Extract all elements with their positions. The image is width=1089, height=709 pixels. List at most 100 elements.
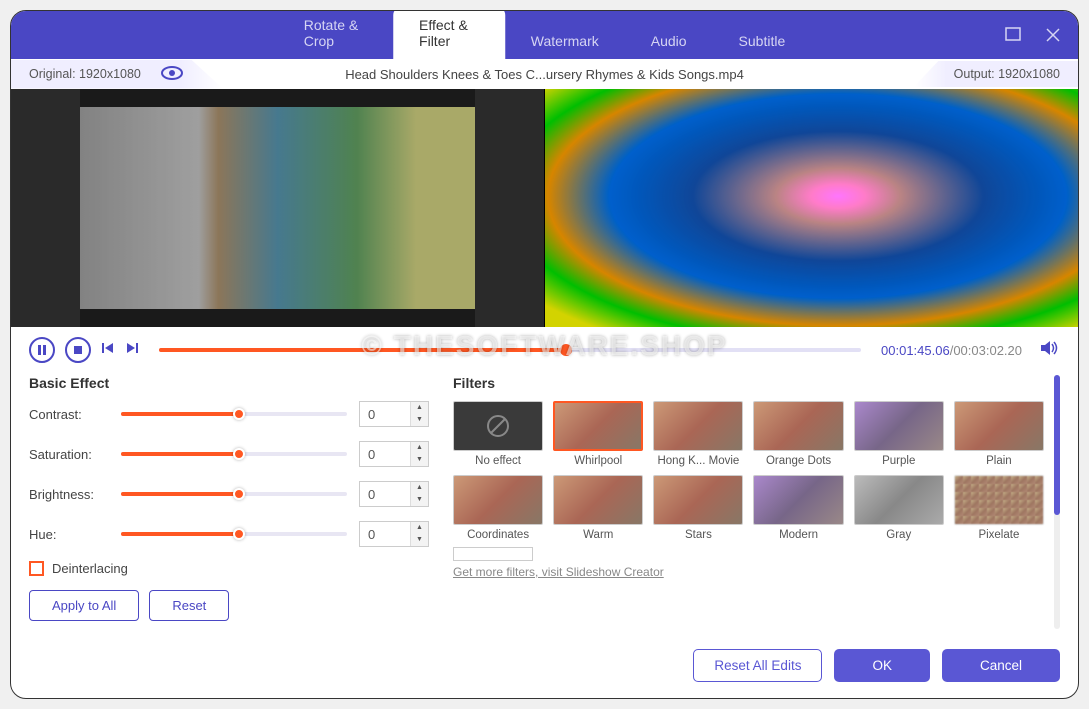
output-resolution: Output: 1920x1080 — [914, 61, 1078, 87]
filter-label: Hong K... Movie — [653, 455, 743, 467]
spin-up-icon[interactable]: ▲ — [411, 482, 428, 494]
editor-body: Basic Effect Contrast:0▲▼Saturation:0▲▼B… — [11, 371, 1078, 639]
transport-bar: 00:01:45.06/00:03:02.20 — [11, 327, 1078, 371]
slider-label: Contrast: — [29, 407, 109, 422]
contrast-slider[interactable] — [121, 412, 347, 416]
basic-effect-panel: Basic Effect Contrast:0▲▼Saturation:0▲▼B… — [29, 375, 429, 629]
filter-thumb — [553, 475, 643, 525]
timeline-slider[interactable] — [159, 348, 861, 352]
reset-all-edits-button[interactable]: Reset All Edits — [693, 649, 822, 682]
pause-button[interactable] — [29, 337, 55, 363]
spin-down-icon[interactable]: ▼ — [411, 494, 428, 506]
filter-pixelate[interactable]: Pixelate — [954, 475, 1044, 541]
filter-thumb — [553, 401, 643, 451]
saturation-spinbox[interactable]: 0▲▼ — [359, 441, 429, 467]
filters-title: Filters — [453, 375, 1044, 391]
spin-value: 0 — [360, 527, 410, 542]
tab-bar: Rotate & Crop Effect & Filter Watermark … — [278, 11, 812, 59]
preview-original — [11, 89, 544, 327]
tab-watermark[interactable]: Watermark — [505, 23, 625, 59]
filter-modern[interactable]: Modern — [753, 475, 843, 541]
filter-label: Pixelate — [954, 529, 1044, 541]
tab-audio[interactable]: Audio — [625, 23, 713, 59]
deinterlacing-label: Deinterlacing — [52, 561, 128, 576]
filter-whirlpool[interactable]: Whirlpool — [553, 401, 643, 467]
apply-all-button[interactable]: Apply to All — [29, 590, 139, 621]
spin-up-icon[interactable]: ▲ — [411, 442, 428, 454]
saturation-slider[interactable] — [121, 452, 347, 456]
time-total: /00:03:02.20 — [950, 343, 1022, 358]
deinterlacing-checkbox[interactable] — [29, 561, 44, 576]
filter-thumb — [854, 401, 944, 451]
minimize-button[interactable] — [1002, 24, 1024, 46]
slider-row-brightness: Brightness: 0▲▼ — [29, 481, 429, 507]
brightness-slider[interactable] — [121, 492, 347, 496]
more-filters-link[interactable]: Get more filters, visit Slideshow Creato… — [453, 565, 664, 579]
volume-icon[interactable] — [1040, 339, 1060, 362]
filter-gray[interactable]: Gray — [854, 475, 944, 541]
filter-coordinates[interactable]: Coordinates — [453, 475, 543, 541]
footer: Reset All Edits OK Cancel — [11, 639, 1078, 698]
slider-label: Saturation: — [29, 447, 109, 462]
close-button[interactable] — [1042, 24, 1064, 46]
deinterlacing-row[interactable]: Deinterlacing — [29, 561, 429, 576]
time-current: 00:01:45.06 — [881, 343, 950, 358]
tab-rotate-crop[interactable]: Rotate & Crop — [278, 10, 393, 59]
preview-output — [545, 89, 1078, 327]
prev-frame-button[interactable] — [101, 341, 115, 360]
filter-hong-k-movie[interactable]: Hong K... Movie — [653, 401, 743, 467]
filter-label: Gray — [854, 529, 944, 541]
editor-window: © THESOFTWARE.SHOP Rotate & Crop Effect … — [10, 10, 1079, 699]
output-video-frame — [545, 89, 1078, 327]
filter-thumb — [653, 401, 743, 451]
titlebar: Rotate & Crop Effect & Filter Watermark … — [11, 11, 1078, 59]
reset-button[interactable]: Reset — [149, 590, 229, 621]
filter-orange-dots[interactable]: Orange Dots — [753, 401, 843, 467]
brightness-spinbox[interactable]: 0▲▼ — [359, 481, 429, 507]
filter-thumb — [753, 401, 843, 451]
ok-button[interactable]: OK — [834, 649, 930, 682]
filter-stars[interactable]: Stars — [653, 475, 743, 541]
filter-warm[interactable]: Warm — [553, 475, 643, 541]
tab-effect-filter[interactable]: Effect & Filter — [393, 10, 505, 59]
filter-label: Whirlpool — [553, 455, 643, 467]
more-filters-box[interactable] — [453, 547, 533, 561]
filter-thumb — [954, 401, 1044, 451]
compare-eye-icon[interactable] — [161, 66, 183, 83]
contrast-spinbox[interactable]: 0▲▼ — [359, 401, 429, 427]
spin-up-icon[interactable]: ▲ — [411, 522, 428, 534]
slider-label: Hue: — [29, 527, 109, 542]
filter-thumb — [653, 475, 743, 525]
filter-label: Purple — [854, 455, 944, 467]
filter-label: Plain — [954, 455, 1044, 467]
filter-thumb — [954, 475, 1044, 525]
filter-plain[interactable]: Plain — [954, 401, 1044, 467]
spin-down-icon[interactable]: ▼ — [411, 534, 428, 546]
slider-label: Brightness: — [29, 487, 109, 502]
tab-subtitle[interactable]: Subtitle — [713, 23, 812, 59]
cancel-button[interactable]: Cancel — [942, 649, 1060, 682]
hue-slider[interactable] — [121, 532, 347, 536]
spin-up-icon[interactable]: ▲ — [411, 402, 428, 414]
hue-spinbox[interactable]: 0▲▼ — [359, 521, 429, 547]
spin-value: 0 — [360, 407, 410, 422]
spin-value: 0 — [360, 487, 410, 502]
filter-thumb — [854, 475, 944, 525]
original-resolution-text: Original: 1920x1080 — [29, 67, 141, 81]
slider-row-saturation: Saturation: 0▲▼ — [29, 441, 429, 467]
filter-label: Coordinates — [453, 529, 543, 541]
filter-label: Orange Dots — [753, 455, 843, 467]
preview-row — [11, 89, 1078, 327]
original-resolution: Original: 1920x1080 — [11, 60, 223, 89]
spin-down-icon[interactable]: ▼ — [411, 414, 428, 426]
filters-scrollbar[interactable] — [1054, 375, 1060, 629]
filters-panel: Filters No effect Whirlpool Hong K... Movi… — [453, 375, 1060, 629]
basic-effect-title: Basic Effect — [29, 375, 429, 391]
info-bar: Original: 1920x1080 Head Shoulders Knees… — [11, 59, 1078, 89]
spin-down-icon[interactable]: ▼ — [411, 454, 428, 466]
filter-purple[interactable]: Purple — [854, 401, 944, 467]
slider-row-contrast: Contrast: 0▲▼ — [29, 401, 429, 427]
next-frame-button[interactable] — [125, 341, 139, 360]
filter-no-effect[interactable]: No effect — [453, 401, 543, 467]
stop-button[interactable] — [65, 337, 91, 363]
